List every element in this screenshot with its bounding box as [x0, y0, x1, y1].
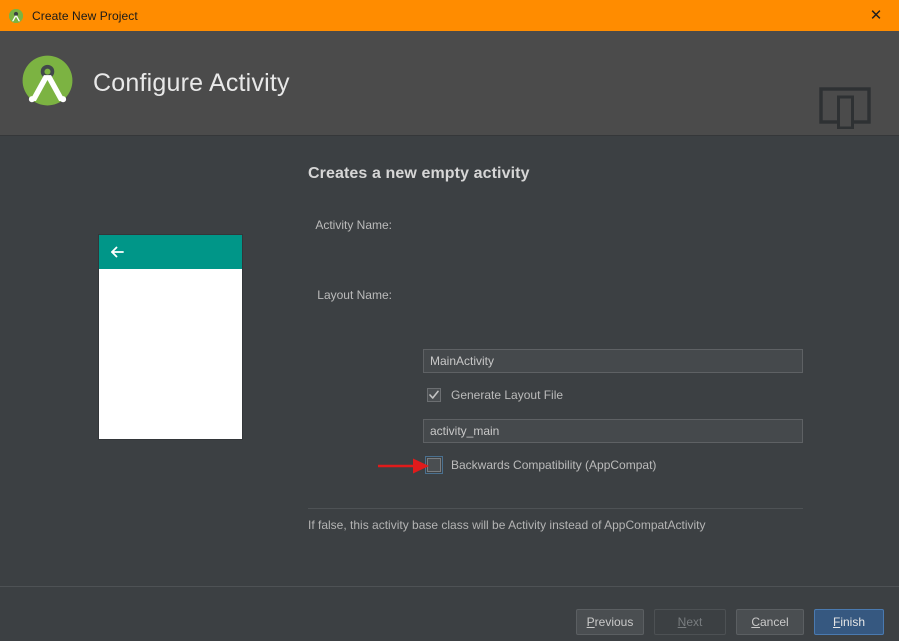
back-arrow-icon	[111, 246, 124, 258]
finish-button-rest: inish	[840, 615, 866, 629]
android-studio-icon	[8, 8, 24, 24]
device-preview-icon	[819, 87, 871, 129]
generate-layout-file-label: Generate Layout File	[451, 388, 564, 402]
next-button[interactable]: Next	[654, 609, 726, 635]
generate-layout-file-checkbox[interactable]	[427, 388, 441, 402]
next-button-rest: ext	[686, 615, 703, 629]
cancel-button[interactable]: Cancel	[736, 609, 804, 635]
layout-name-input[interactable]	[423, 419, 803, 443]
activity-preview	[99, 235, 242, 439]
previous-button-rest: revious	[594, 615, 634, 629]
create-new-project-dialog: Create New Project ✕ Configure Activity	[0, 0, 899, 641]
page-title: Configure Activity	[93, 69, 290, 97]
backwards-compatibility-label: Backwards Compatibility (AppCompat)	[451, 458, 657, 472]
preview-content-area	[99, 269, 242, 439]
close-icon[interactable]: ✕	[853, 0, 899, 31]
form-title: Creates a new empty activity	[308, 165, 530, 182]
activity-name-label: Activity Name:	[315, 218, 392, 232]
checkmark-icon	[429, 390, 439, 399]
red-annotation-arrow	[378, 458, 429, 474]
backwards-compatibility-row[interactable]: Backwards Compatibility (AppCompat)	[425, 456, 657, 474]
dialog-body: Creates a new empty activity Activity Na…	[0, 137, 899, 586]
android-studio-logo	[22, 55, 73, 106]
dialog-footer: Previous Next Cancel Finish	[0, 586, 899, 641]
finish-button[interactable]: Finish	[814, 609, 884, 635]
backwards-compatibility-checkbox[interactable]	[425, 456, 443, 474]
help-text: If false, this activity base class will …	[308, 518, 706, 532]
generate-layout-file-row[interactable]: Generate Layout File	[427, 388, 563, 402]
help-separator	[308, 508, 803, 509]
window-title: Create New Project	[32, 8, 138, 23]
cancel-button-rest: ancel	[759, 615, 789, 629]
title-bar: Create New Project ✕	[0, 0, 899, 31]
previous-button[interactable]: Previous	[576, 609, 644, 635]
activity-name-input[interactable]	[423, 349, 803, 373]
layout-name-label: Layout Name:	[317, 288, 392, 302]
preview-app-bar	[99, 235, 242, 269]
dialog-header: Configure Activity	[0, 31, 899, 136]
